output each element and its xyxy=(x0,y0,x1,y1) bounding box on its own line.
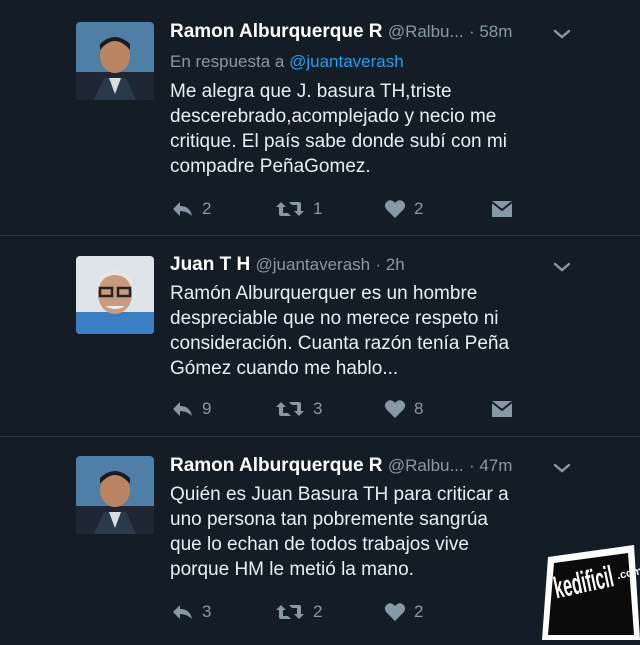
heart-icon xyxy=(384,603,406,621)
tweet-text-line: Quién es Juan Basura TH para criticar a xyxy=(170,484,509,505)
user-handle[interactable]: @juantaverash xyxy=(256,255,371,274)
tweet-text-line: uno persona tan pobremente sangrúa xyxy=(170,509,488,530)
retweet-button[interactable]: 1 xyxy=(275,196,322,222)
user-handle[interactable]: @Ralbu... xyxy=(388,456,464,475)
like-count: 8 xyxy=(414,399,424,418)
tweet-header: Ramon Alburquerque R @Ralbu... · 47m xyxy=(170,454,512,478)
chevron-down-icon[interactable] xyxy=(553,459,571,477)
direct-message-button[interactable] xyxy=(490,196,514,222)
like-button[interactable]: 2 xyxy=(384,599,423,625)
tweet-actions: 3 2 2 xyxy=(170,599,530,625)
tweet-text-line: consideración. Cuanta razón tenía Peña xyxy=(170,333,510,354)
display-name[interactable]: Ramon Alburquerque R xyxy=(170,455,383,476)
tweet-text: Ramón Alburquerquer es un hombre desprec… xyxy=(170,281,590,381)
tweet-text-line: critique. El país sabe donde subí con mi xyxy=(170,131,507,152)
heart-icon xyxy=(384,200,406,218)
tweet-text-line: Ramón Alburquerquer es un hombre xyxy=(170,283,478,304)
tweet-text-line: Gómez cuando me hablo... xyxy=(170,358,399,379)
tweet-header: Ramon Alburquerque R @Ralbu... · 58m xyxy=(170,20,512,44)
tweet-header: Juan T H @juantaverash · 2h xyxy=(170,253,405,277)
tweet-text-line: porque HM le metió la mano. xyxy=(170,559,414,580)
tweet-1[interactable]: Ramon Alburquerque R @Ralbu... · 58m En … xyxy=(0,0,640,236)
reply-button[interactable]: 3 xyxy=(170,599,211,625)
tweet-text-line: descerebrado,acomplejado y necio me xyxy=(170,106,497,127)
reply-button[interactable]: 9 xyxy=(170,396,211,422)
like-button[interactable]: 2 xyxy=(384,196,423,222)
tweet-actions: 2 1 2 xyxy=(170,196,530,222)
tweet-text-line: compadre PeñaGomez. xyxy=(170,156,371,177)
avatar[interactable] xyxy=(76,256,154,334)
retweet-count: 3 xyxy=(313,399,323,418)
direct-message-icon xyxy=(491,401,513,417)
reply-icon xyxy=(173,202,192,216)
user-handle[interactable]: @Ralbu... xyxy=(388,22,464,41)
reply-mention-link[interactable]: @juantaverash xyxy=(289,52,404,71)
reply-context: En respuesta a @juantaverash xyxy=(170,52,404,72)
direct-message-button[interactable] xyxy=(490,396,514,422)
display-name[interactable]: Ramon Alburquerque R xyxy=(170,21,383,42)
timestamp[interactable]: · 47m xyxy=(469,456,512,475)
retweet-icon xyxy=(276,202,304,216)
reply-button[interactable]: 2 xyxy=(170,196,211,222)
retweet-count: 2 xyxy=(313,602,323,621)
reply-count: 3 xyxy=(202,602,212,621)
like-count: 2 xyxy=(414,602,424,621)
avatar[interactable] xyxy=(76,22,154,100)
tweet-text-line: que lo echan de todos trabajos vive xyxy=(170,534,469,555)
tweet-text: Quién es Juan Basura TH para criticar a … xyxy=(170,482,590,582)
chevron-down-icon[interactable] xyxy=(553,258,571,276)
retweet-icon xyxy=(276,605,304,619)
tweet-2[interactable]: Juan T H @juantaverash · 2h Ramón Alburq… xyxy=(0,236,640,437)
direct-message-icon xyxy=(491,201,513,217)
retweet-count: 1 xyxy=(313,199,323,218)
avatar[interactable] xyxy=(76,456,154,534)
reply-count: 9 xyxy=(202,399,212,418)
retweet-icon xyxy=(276,402,304,416)
tweet-text-line: Me alegra que J. basura TH,triste xyxy=(170,81,452,102)
retweet-button[interactable]: 3 xyxy=(275,396,322,422)
chevron-down-icon[interactable] xyxy=(553,25,571,43)
heart-icon xyxy=(384,400,406,418)
timestamp[interactable]: · 58m xyxy=(469,22,512,41)
retweet-button[interactable]: 2 xyxy=(275,599,322,625)
reply-count: 2 xyxy=(202,199,212,218)
reply-icon xyxy=(173,402,192,416)
timestamp[interactable]: · 2h xyxy=(375,255,404,274)
like-button[interactable]: 8 xyxy=(384,396,423,422)
watermark-logo: kedificil .com xyxy=(542,545,640,640)
reply-label: En respuesta a xyxy=(170,52,285,71)
tweet-text-line: despreciable que no merece respeto ni xyxy=(170,308,499,329)
like-count: 2 xyxy=(414,199,424,218)
tweet-text: Me alegra que J. basura TH,triste descer… xyxy=(170,79,590,179)
reply-icon xyxy=(173,605,192,619)
tweet-actions: 9 3 8 xyxy=(170,396,530,422)
display-name[interactable]: Juan T H xyxy=(170,254,250,275)
